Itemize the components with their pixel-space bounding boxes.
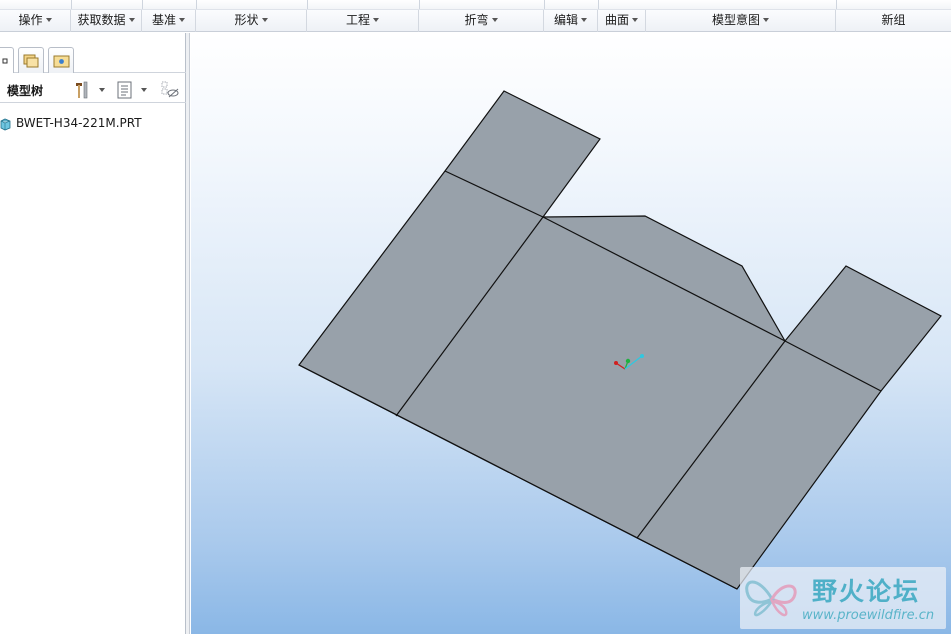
graphics-viewport[interactable] [191, 33, 951, 634]
watermark-url: www.proewildfire.cn [802, 608, 935, 623]
show-list-icon[interactable] [115, 80, 135, 100]
group-label: 曲面 [604, 13, 629, 27]
group-label: 操作 [18, 13, 43, 27]
hide-items-icon[interactable] [160, 80, 180, 100]
group-operations[interactable]: 操作 [0, 10, 71, 32]
chevron-down-icon [128, 17, 135, 22]
panel-tab-row [0, 43, 186, 73]
group-editing[interactable]: 编辑 [544, 10, 598, 32]
sheetmetal-flat-pattern[interactable] [191, 33, 951, 634]
tree-toolbar: 模型树 [0, 77, 186, 103]
group-label: 新组 [881, 13, 906, 27]
ribbon-separator [836, 0, 837, 9]
part-icon [0, 118, 11, 131]
group-label: 基准 [151, 13, 176, 27]
group-surfaces[interactable]: 曲面 [598, 10, 646, 32]
group-label: 获取数据 [77, 13, 126, 27]
ribbon-separator [142, 0, 143, 9]
ribbon-separator [307, 0, 308, 9]
chevron-down-icon [632, 17, 638, 22]
chevron-down-icon [581, 17, 587, 22]
chevron-down-icon [179, 17, 185, 22]
tab-model-tree[interactable] [0, 47, 14, 73]
panel-splitter[interactable] [186, 33, 190, 634]
ribbon-separator [196, 0, 197, 9]
watermark-title: 野火论坛 [812, 577, 921, 606]
ribbon-separator [71, 0, 72, 9]
chevron-down-icon [261, 17, 268, 22]
group-shapes[interactable]: 形状 [196, 10, 307, 32]
tab-favorites[interactable] [48, 47, 74, 73]
settings-tools-icon[interactable] [73, 80, 93, 100]
tree-title: 模型树 [7, 84, 44, 98]
tab-folder-browser[interactable] [18, 47, 44, 73]
chevron-down-icon[interactable] [141, 88, 147, 92]
tree-icon [2, 58, 8, 64]
ribbon-separator [598, 0, 599, 9]
butterfly-logo-icon [745, 580, 797, 617]
group-label: 折弯 [464, 13, 489, 27]
ribbon-strip [0, 0, 951, 10]
model-faces [298, 90, 942, 590]
ribbon-separator [419, 0, 420, 9]
ribbon-separator [544, 0, 545, 9]
group-label: 模型意图 [711, 13, 760, 27]
group-label: 工程 [345, 13, 370, 27]
forum-watermark: 野火论坛 www.proewildfire.cn [740, 567, 946, 629]
group-model-intent[interactable]: 模型意图 [646, 10, 836, 32]
chevron-down-icon[interactable] [99, 88, 105, 92]
chevron-down-icon [373, 17, 379, 22]
chevron-down-icon [45, 17, 52, 22]
flat-pattern-outline[interactable] [298, 90, 942, 590]
model-tree-panel: 模型树 BWET-H34-221M.PRT [0, 33, 186, 634]
group-bend[interactable]: 折弯 [419, 10, 544, 32]
chevron-down-icon [763, 17, 769, 22]
group-datum[interactable]: 基准 [142, 10, 196, 32]
folders-icon [23, 54, 39, 68]
favorites-folder-icon [53, 55, 70, 68]
chevron-down-icon [491, 17, 498, 22]
group-label: 形状 [234, 13, 259, 27]
tree-item-label: BWET-H34-221M.PRT [16, 116, 142, 130]
ribbon-group-bar: 操作 获取数据 基准 形状 工程 折弯 编辑 曲面 模型意图 新组 [0, 10, 951, 32]
group-get-data[interactable]: 获取数据 [71, 10, 142, 32]
tree-item-part[interactable]: BWET-H34-221M.PRT [0, 115, 186, 133]
group-new-group[interactable]: 新组 [836, 10, 951, 32]
group-label: 编辑 [553, 13, 578, 27]
group-engineering[interactable]: 工程 [307, 10, 419, 32]
